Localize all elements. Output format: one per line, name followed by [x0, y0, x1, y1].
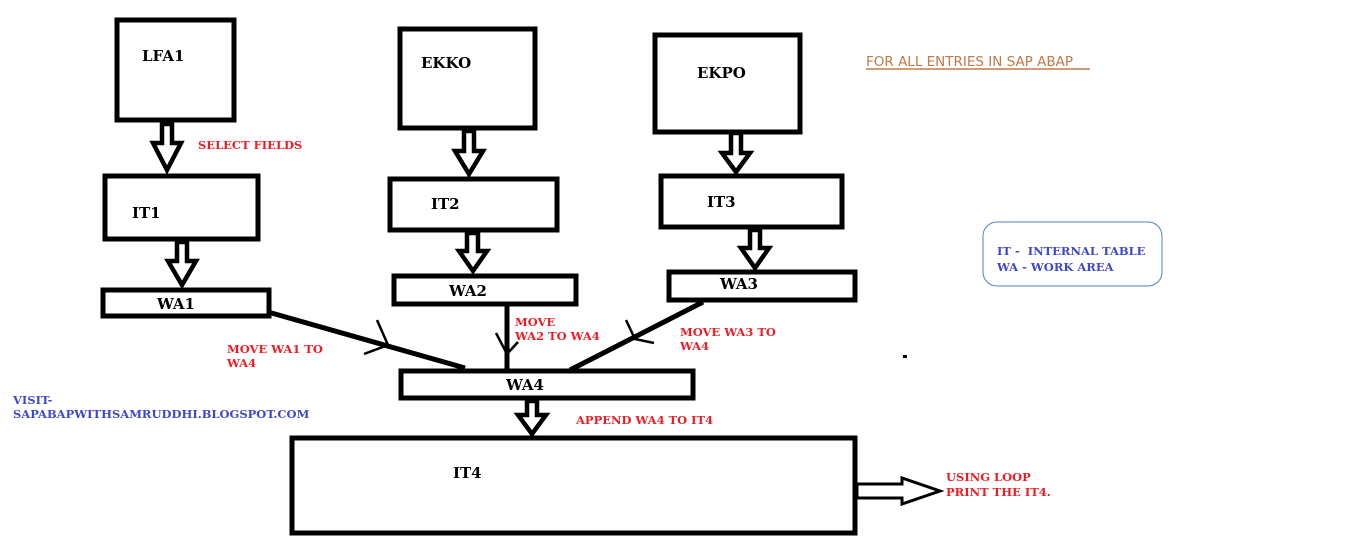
work-area-label-wa2: WA2	[448, 282, 487, 300]
annotation-move-wa2-line1: MOVE	[515, 315, 555, 329]
move-line-wa1-to-wa4	[267, 309, 466, 371]
annotation-move-wa1-line2: WA4	[226, 356, 256, 370]
legend-line-it: IT - INTERNAL TABLE	[997, 244, 1146, 258]
internal-table-box-it2: IT2	[387, 176, 560, 233]
stray-dot	[903, 355, 907, 358]
annotation-move-wa1-line1: MOVE WA1 TO	[227, 342, 323, 356]
work-area-box-wa3: WA3	[666, 269, 858, 303]
move-arrowhead-wa1	[363, 319, 390, 356]
annotation-loop-line2: PRINT THE IT4.	[946, 485, 1051, 499]
work-area-box-wa2: WA2	[391, 273, 579, 307]
arrow-wa4-to-it4	[513, 398, 551, 438]
arrow-down-icon	[149, 121, 774, 438]
annotation-move-wa3-line2: WA4	[679, 339, 709, 353]
table-box-ekpo: EKPO	[652, 32, 803, 135]
internal-table-label-it2: IT2	[431, 195, 460, 213]
table-box-lfa1: LFA1	[114, 17, 237, 123]
annotation-loop-line1: USING LOOP	[946, 470, 1031, 484]
legend-line-wa: WA - WORK AREA	[996, 260, 1115, 274]
move-lines	[267, 299, 705, 373]
internal-table-box-it3: IT3	[658, 173, 845, 230]
annotation-append: APPEND WA4 TO IT4	[575, 413, 713, 427]
work-area-label-wa1: WA1	[156, 295, 195, 313]
table-box-ekko: EKKO	[397, 26, 538, 131]
work-area-box-wa4: WA4	[398, 368, 696, 401]
arrow-ekko-to-it2	[450, 128, 488, 179]
work-area-label-wa4: WA4	[505, 376, 544, 394]
annotation-move-wa3-line1: MOVE WA3 TO	[680, 325, 776, 339]
internal-table-label-it1: IT1	[132, 204, 161, 222]
work-area-box-wa1: WA1	[100, 287, 272, 319]
table-label-ekko: EKKO	[421, 54, 471, 72]
diagram-title: FOR ALL ENTRIES IN SAP ABAP	[866, 54, 1073, 70]
arrow-it3-to-wa3	[736, 227, 774, 272]
table-label-lfa1: LFA1	[142, 47, 184, 65]
arrow-right-icon	[855, 475, 945, 507]
arrow-it2-to-wa2	[454, 230, 492, 275]
arrow-ekpo-to-it3	[717, 130, 755, 176]
internal-table-label-it4: IT4	[453, 464, 482, 482]
arrow-lfa1-to-it1	[149, 121, 185, 175]
arrow-it1-to-wa1	[164, 239, 200, 290]
annotation-move-wa2-line2: WA2 TO WA4	[514, 329, 600, 343]
table-label-ekpo: EKPO	[697, 64, 746, 82]
visit-url[interactable]: SAPABAPWITHSAMRUDDHI.BLOGSPOT.COM	[13, 407, 310, 421]
internal-table-label-it3: IT3	[707, 193, 736, 211]
for-all-entries-diagram: FOR ALL ENTRIES IN SAP ABAP LFA1 EKKO EK…	[12, 17, 1163, 536]
internal-table-box-it1: IT1	[102, 173, 261, 242]
internal-table-box-it4: IT4	[289, 435, 858, 536]
visit-label: VISIT-	[12, 393, 53, 407]
work-area-label-wa3: WA3	[719, 275, 758, 293]
annotation-select-fields: SELECT FIELDS	[198, 138, 302, 152]
legend: IT - INTERNAL TABLE WA - WORK AREA	[982, 221, 1163, 287]
